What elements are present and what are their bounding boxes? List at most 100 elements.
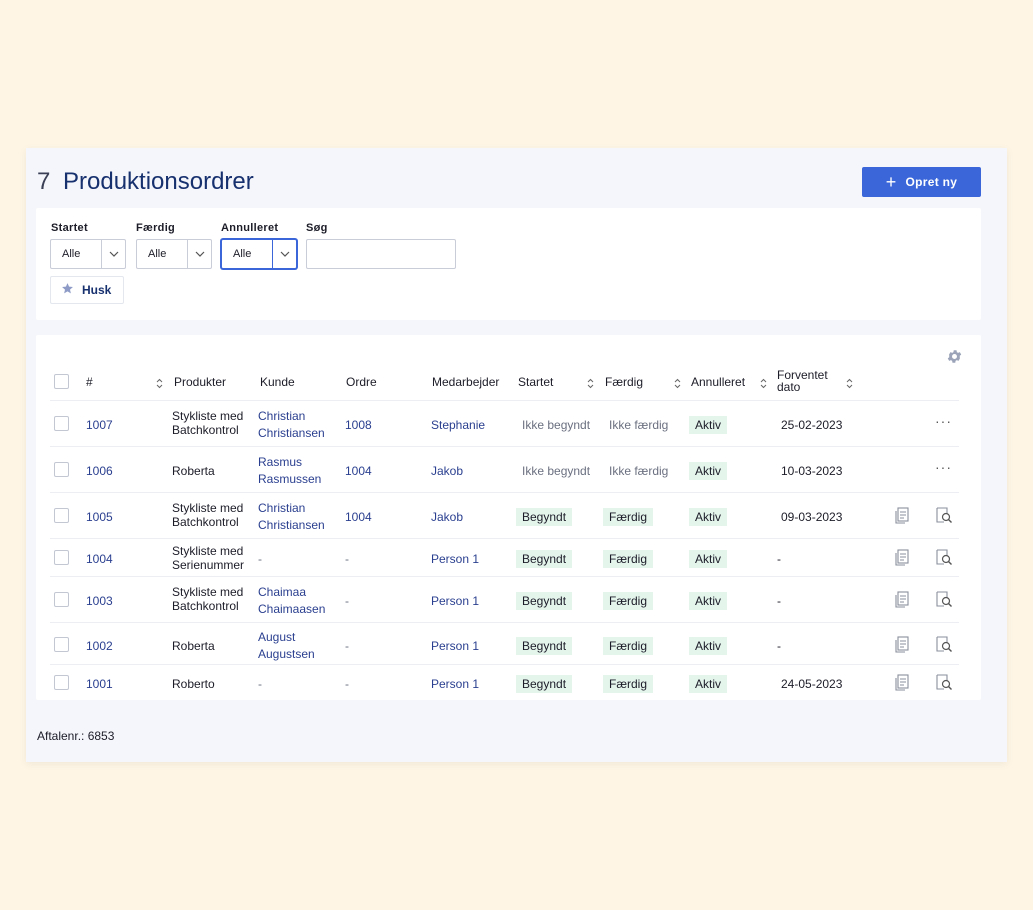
sort-icon[interactable] xyxy=(760,376,767,394)
product-cell: Stykliste med Serienummer xyxy=(172,544,245,572)
search-input[interactable] xyxy=(306,239,456,269)
finished-status: Ikke færdig xyxy=(609,418,669,432)
product-cell: Stykliste med Batchkontrol xyxy=(172,585,244,613)
filter-cancelled-select[interactable]: Alle xyxy=(221,239,297,269)
employee-link[interactable]: Jakob xyxy=(431,463,463,479)
row-checkbox[interactable] xyxy=(54,592,69,607)
employee-link[interactable]: Person 1 xyxy=(431,676,479,692)
table-row[interactable]: 1006 Roberta Rasmus Rasmussen 1004 Jakob… xyxy=(36,447,981,493)
expected-date: - xyxy=(777,639,781,653)
table-row[interactable]: 1005 Stykliste med Batchkontrol Christia… xyxy=(36,493,981,539)
column-header-cancelled[interactable]: Annulleret xyxy=(691,375,745,389)
employee-link[interactable]: Jakob xyxy=(431,509,463,525)
table-row[interactable]: 1007 Stykliste med Batchkontrol Christia… xyxy=(36,401,981,447)
order-link[interactable]: 1004 xyxy=(345,463,372,479)
row-checkbox[interactable] xyxy=(54,462,69,477)
employee-link[interactable]: Person 1 xyxy=(431,593,479,609)
column-header-products: Produkter xyxy=(174,375,227,389)
search-document-icon[interactable] xyxy=(935,591,953,613)
expected-date: 09-03-2023 xyxy=(781,510,843,524)
document-icon[interactable] xyxy=(894,591,910,613)
customer-link[interactable]: August Augustsen xyxy=(258,629,338,663)
table-row[interactable]: 1003 Stykliste med Batchkontrol Chaimaa … xyxy=(36,577,981,623)
document-icon[interactable] xyxy=(894,674,910,696)
order-number-link[interactable]: 1004 xyxy=(86,551,113,567)
customer-link[interactable]: Christian Christiansen xyxy=(258,408,338,442)
customer-link[interactable]: Rasmus Rasmussen xyxy=(258,454,338,488)
customer-link[interactable]: Christian Christiansen xyxy=(258,500,338,534)
document-icon[interactable] xyxy=(894,507,910,529)
finished-status-badge: Færdig xyxy=(603,637,654,655)
cancelled-status-badge: Aktiv xyxy=(689,675,728,693)
sort-icon[interactable] xyxy=(156,376,163,394)
search-document-icon[interactable] xyxy=(935,549,953,571)
agreement-number: Aftalenr.: 6853 xyxy=(37,729,115,743)
order-cell: - xyxy=(345,552,349,566)
star-icon xyxy=(61,282,74,298)
product-cell: Stykliste med Batchkontrol xyxy=(172,501,244,529)
order-number-link[interactable]: 1002 xyxy=(86,638,113,654)
order-number-link[interactable]: 1003 xyxy=(86,593,113,609)
order-link[interactable]: 1004 xyxy=(345,509,372,525)
finished-status-badge: Færdig xyxy=(603,508,654,526)
order-number-link[interactable]: 1006 xyxy=(86,463,113,479)
started-status-badge: Begyndt xyxy=(516,550,573,568)
order-cell: - xyxy=(345,677,349,691)
sort-icon[interactable] xyxy=(587,376,594,394)
column-header-started[interactable]: Startet xyxy=(518,375,553,389)
more-icon[interactable]: ··· xyxy=(935,459,952,475)
started-status-badge: Begyndt xyxy=(516,675,573,693)
filter-finished-value: Alle xyxy=(148,248,167,260)
search-document-icon[interactable] xyxy=(935,674,953,696)
filter-finished-select[interactable]: Alle xyxy=(136,239,212,269)
table-row[interactable]: 1001 Roberto - - Person 1 Begyndt Færdig… xyxy=(36,665,981,699)
sort-icon[interactable] xyxy=(674,376,681,394)
employee-link[interactable]: Person 1 xyxy=(431,638,479,654)
production-orders-panel: 7 Produktionsordrer + Opret ny Startet F… xyxy=(26,148,1007,762)
cancelled-status-badge: Aktiv xyxy=(689,637,728,655)
cancelled-status-badge: Aktiv xyxy=(689,508,728,526)
row-checkbox[interactable] xyxy=(54,675,69,690)
filter-started-select[interactable]: Alle xyxy=(50,239,126,269)
started-status-badge: Begyndt xyxy=(516,637,573,655)
document-icon[interactable] xyxy=(894,636,910,658)
document-icon[interactable] xyxy=(894,549,910,571)
remember-label: Husk xyxy=(82,283,112,297)
search-document-icon[interactable] xyxy=(935,507,953,529)
row-checkbox[interactable] xyxy=(54,550,69,565)
sort-icon[interactable] xyxy=(846,376,853,394)
plus-icon: + xyxy=(885,172,897,192)
chevron-down-icon xyxy=(272,240,296,268)
order-number-link[interactable]: 1005 xyxy=(86,509,113,525)
order-count: 7 xyxy=(37,168,51,195)
row-checkbox[interactable] xyxy=(54,416,69,431)
column-header-finished[interactable]: Færdig xyxy=(605,375,643,389)
cancelled-status-badge: Aktiv xyxy=(689,416,728,434)
gear-icon[interactable] xyxy=(946,348,963,370)
column-header-number[interactable]: # xyxy=(86,375,93,389)
started-status-badge: Begyndt xyxy=(516,592,573,610)
filter-started-label: Startet xyxy=(51,222,88,234)
customer-link[interactable]: Chaimaa Chaimaasen xyxy=(258,584,338,618)
order-number-link[interactable]: 1007 xyxy=(86,417,113,433)
order-link[interactable]: 1008 xyxy=(345,417,372,433)
row-checkbox[interactable] xyxy=(54,508,69,523)
remember-button[interactable]: Husk xyxy=(50,276,124,304)
create-new-button[interactable]: + Opret ny xyxy=(862,167,981,197)
started-status-badge: Begyndt xyxy=(516,508,573,526)
more-icon[interactable]: ··· xyxy=(935,413,952,429)
employee-link[interactable]: Person 1 xyxy=(431,551,479,567)
order-number-link[interactable]: 1001 xyxy=(86,676,113,692)
column-header-customer: Kunde xyxy=(260,375,295,389)
row-checkbox[interactable] xyxy=(54,637,69,652)
search-document-icon[interactable] xyxy=(935,636,953,658)
product-cell: Roberta xyxy=(172,464,215,478)
select-all-checkbox[interactable] xyxy=(54,374,69,389)
employee-link[interactable]: Stephanie xyxy=(431,417,485,433)
table-row[interactable]: 1002 Roberta August Augustsen - Person 1… xyxy=(36,623,981,665)
column-header-expected-date[interactable]: Forventet dato xyxy=(777,369,837,393)
table-row[interactable]: 1004 Stykliste med Serienummer - - Perso… xyxy=(36,539,981,577)
expected-date: - xyxy=(777,594,781,608)
cancelled-status-badge: Aktiv xyxy=(689,550,728,568)
orders-table: # Produkter Kunde Ordre Medarbejder Star… xyxy=(36,335,981,700)
